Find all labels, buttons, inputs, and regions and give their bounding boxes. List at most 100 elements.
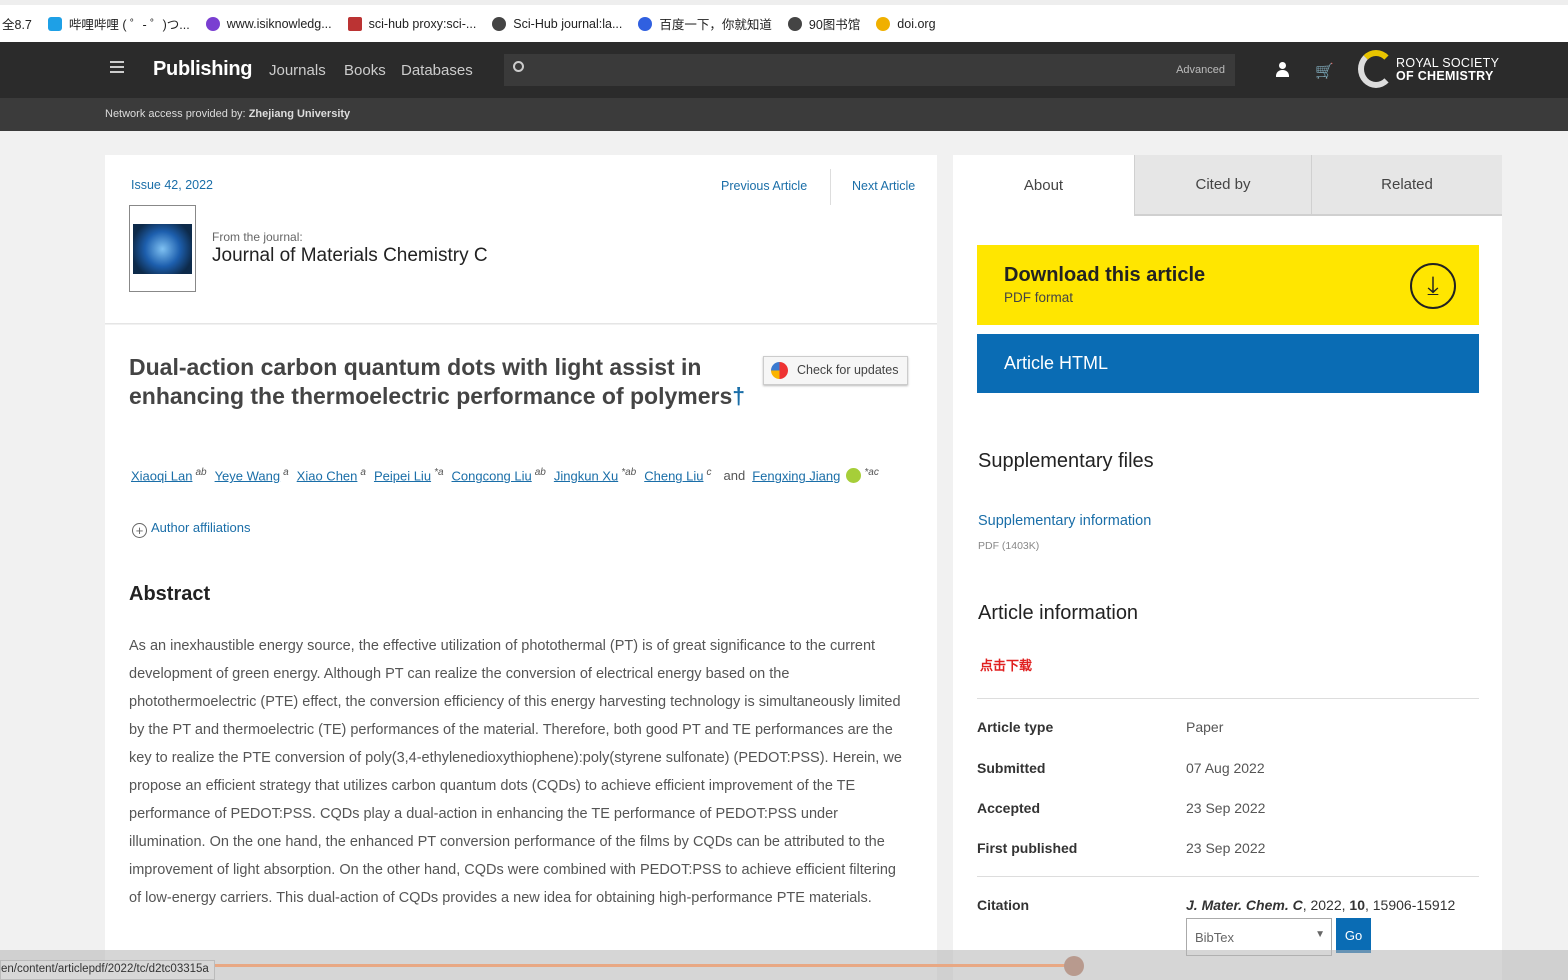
bilibili-icon: [47, 16, 62, 31]
rsc-logo[interactable]: ROYAL SOCIETY OF CHEMISTRY: [1358, 49, 1503, 91]
search-input[interactable]: Advanced: [504, 54, 1235, 86]
tab-about[interactable]: About: [953, 155, 1134, 216]
go-label: Go: [1344, 928, 1363, 943]
supplementary-heading: Supplementary files: [978, 450, 1154, 472]
video-progress-handle[interactable]: [1064, 956, 1084, 976]
author-link[interactable]: Yeye Wang: [215, 468, 281, 483]
author-affiliation-marker: ab: [534, 467, 546, 478]
advanced-search-link[interactable]: Advanced: [1176, 64, 1225, 76]
author-link[interactable]: Fengxing Jiang: [752, 468, 840, 483]
author-affiliation-marker: c: [706, 467, 712, 478]
globe-icon: [787, 16, 802, 31]
footnote-link[interactable]: †: [732, 383, 745, 409]
bookmark-label: 90图书馆: [808, 18, 861, 32]
affiliations-label: Author affiliations: [151, 520, 251, 535]
article-html-label: Article HTML: [1004, 353, 1109, 373]
journal-cover[interactable]: [129, 205, 196, 292]
citation-year: , 2022,: [1302, 897, 1350, 913]
author-link[interactable]: Peipei Liu: [374, 468, 431, 483]
bookmark[interactable]: 全8.7: [2, 14, 32, 33]
access-label: Network access provided by:: [105, 108, 246, 120]
citation-journal: J. Mater. Chem. C: [1186, 897, 1303, 913]
cart-icon[interactable]: 🛒: [1315, 62, 1334, 80]
check-updates-label: Check for updates: [797, 363, 899, 377]
info-value: 23 Sep 2022: [1186, 840, 1266, 856]
citation-pages: , 15906-15912: [1364, 897, 1456, 913]
nav-books[interactable]: Books: [344, 62, 386, 79]
user-icon[interactable]: [1276, 62, 1289, 78]
citation-text: J. Mater. Chem. C, 2022, 10, 15906-15912: [1186, 897, 1455, 913]
bookmark[interactable]: www.isiknowledg...: [205, 16, 332, 31]
info-key: Article type: [977, 719, 1054, 735]
bookmark[interactable]: 哔哩哔哩 ( ゜- ゜)つ...: [47, 14, 190, 33]
author-affiliation-marker: ab: [195, 467, 207, 478]
author-link[interactable]: Jingkun Xu: [554, 468, 618, 483]
bookmark-label: 哔哩哔哩 ( ゜- ゜)つ...: [68, 18, 190, 32]
supplementary-size: PDF (1403K): [978, 540, 1040, 552]
bookmark-label: sci-hub proxy:sci-...: [368, 16, 477, 31]
globe-icon: [492, 16, 507, 31]
author-link[interactable]: Xiaoqi Lan: [131, 468, 192, 483]
journal-name[interactable]: Journal of Materials Chemistry C: [212, 245, 488, 267]
check-for-updates-button[interactable]: Check for updates: [763, 356, 908, 385]
logo-text: OF CHEMISTRY: [1396, 69, 1494, 83]
nav-journals[interactable]: Journals: [269, 62, 326, 79]
scihub-icon: [347, 16, 362, 31]
nav-databases[interactable]: Databases: [401, 62, 473, 79]
bookmark[interactable]: 百度一下，你就知道: [638, 14, 772, 33]
author-link[interactable]: Cheng Liu: [644, 468, 703, 483]
tab-cited-by[interactable]: Cited by: [1134, 155, 1311, 216]
bookmark-label: www.isiknowledg...: [226, 16, 332, 31]
author-list: Xiaoqi Lan ab Yeye Wang a Xiao Chen a Peipei L…: [131, 467, 887, 484]
download-note[interactable]: 点击下载: [980, 655, 1032, 674]
download-icon: ⤓: [1410, 263, 1456, 309]
next-article-link[interactable]: Next Article: [852, 179, 915, 193]
search-icon: [513, 61, 524, 72]
author-affiliations-toggle[interactable]: + Author affiliations: [132, 520, 251, 538]
author-affiliation-marker: *ab: [621, 467, 637, 478]
bookmark[interactable]: 90图书馆: [787, 14, 861, 33]
abstract-text: As an inexhaustible energy source, the e…: [129, 638, 902, 906]
menu-icon[interactable]: [110, 61, 124, 73]
bookmarks-bar: 全8.7 哔哩哔哩 ( ゜- ゜)つ... www.isiknowledg...…: [0, 0, 1568, 42]
citation-volume: 10: [1349, 897, 1365, 913]
info-key: Submitted: [977, 760, 1046, 776]
brand[interactable]: Publishing: [153, 58, 253, 81]
author-affiliation-marker: a: [360, 467, 366, 478]
author-link[interactable]: Xiao Chen: [297, 468, 358, 483]
video-controls-overlay: [0, 950, 1568, 980]
info-value: 23 Sep 2022: [1186, 800, 1266, 816]
bookmark-label: 百度一下，你就知道: [659, 18, 772, 32]
doi-icon: [876, 16, 891, 31]
go-button[interactable]: Go: [1336, 918, 1371, 953]
download-article-button[interactable]: Download this article PDF format ⤓: [977, 245, 1479, 325]
chevron-down-icon: ▼: [1315, 929, 1325, 940]
supplementary-information-link[interactable]: Supplementary information: [978, 513, 1151, 529]
plus-circle-icon: +: [132, 523, 147, 538]
previous-article-link[interactable]: Previous Article: [721, 179, 807, 193]
bookmark-label: Sci-Hub journal:la...: [513, 16, 623, 31]
tab-related[interactable]: Related: [1311, 155, 1502, 216]
format-value: BibTex: [1195, 930, 1235, 945]
bookmark[interactable]: Sci-Hub journal:la...: [492, 16, 623, 31]
download-subtitle: PDF format: [1004, 290, 1074, 305]
baidu-icon: [638, 16, 653, 31]
and-text: and: [723, 468, 746, 484]
article-information-heading: Article information: [978, 602, 1139, 624]
info-key: First published: [977, 840, 1078, 856]
abstract-heading: Abstract: [129, 583, 211, 605]
orcid-icon[interactable]: [846, 468, 862, 484]
info-value: 07 Aug 2022: [1186, 760, 1265, 776]
author-link[interactable]: Congcong Liu: [452, 468, 532, 483]
article-title: Dual-action carbon quantum dots with lig…: [129, 353, 749, 411]
logo-text: ROYAL SOCIETY: [1396, 56, 1500, 70]
info-value: Paper: [1186, 719, 1224, 735]
issue-link[interactable]: Issue 42, 2022: [131, 178, 213, 192]
bookmark[interactable]: sci-hub proxy:sci-...: [347, 16, 477, 31]
author-affiliation-marker: a: [283, 467, 289, 478]
title-text: Dual-action carbon quantum dots with lig…: [129, 354, 733, 409]
access-institution: Zhejiang University: [248, 108, 351, 120]
bookmark[interactable]: doi.org: [876, 16, 936, 31]
article-html-button[interactable]: Article HTML: [977, 334, 1479, 393]
from-journal-label: From the journal:: [212, 230, 303, 244]
